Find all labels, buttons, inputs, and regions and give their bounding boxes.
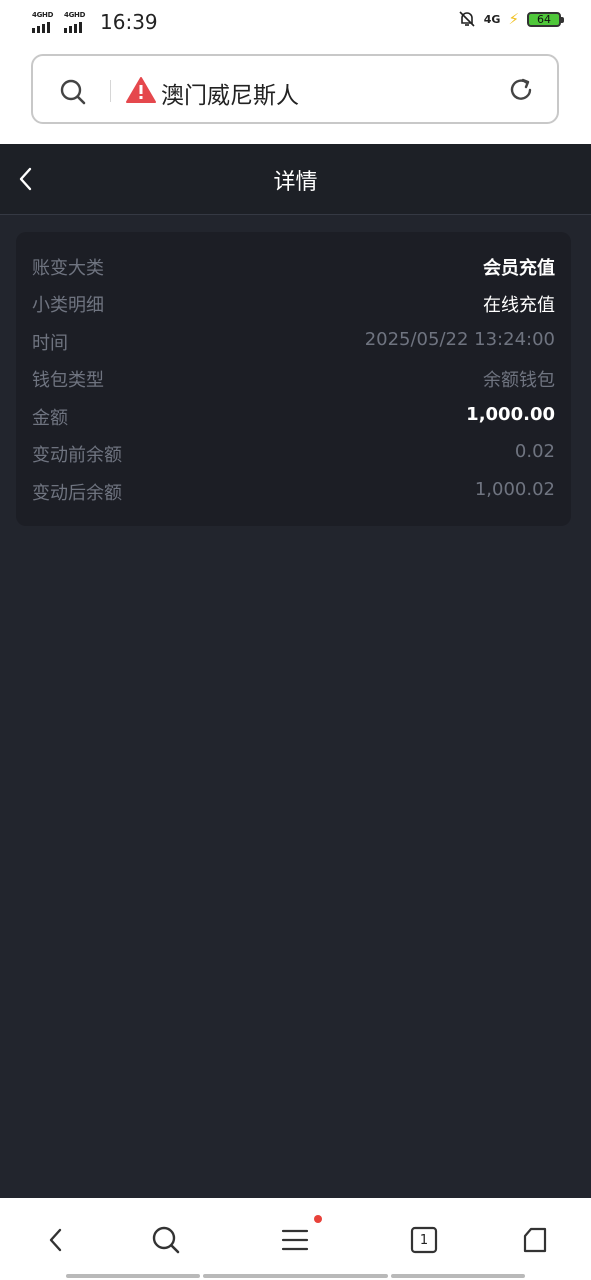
address-bar[interactable]: 澳门威尼斯人: [31, 54, 559, 124]
tab-count: 1: [419, 1232, 429, 1248]
search-icon[interactable]: [59, 78, 87, 106]
signal-label: 4GHD: [32, 11, 54, 19]
battery-level: 64: [537, 12, 551, 26]
app-content: 详情 账变大类 会员充值 小类明细 在线充值 时间 2025/05/22 13:…: [0, 144, 591, 1198]
page-title: 详情: [273, 170, 318, 195]
signal-icon: 4GHD: [64, 11, 92, 33]
detail-value: 0.02: [514, 441, 555, 462]
detail-row-wallet-type: 钱包类型 余额钱包: [32, 366, 555, 392]
back-button[interactable]: [38, 1222, 74, 1258]
menu-button[interactable]: [277, 1215, 322, 1258]
detail-card: 账变大类 会员充值 小类明细 在线充值 时间 2025/05/22 13:24:…: [16, 232, 571, 526]
detail-value: 会员充值: [483, 258, 555, 279]
detail-label: 金额: [32, 408, 68, 429]
browser-toolbar: 1: [0, 1198, 591, 1280]
gesture-bar: [203, 1274, 388, 1278]
detail-value: 余额钱包: [483, 370, 555, 391]
warning-icon: [126, 77, 156, 103]
detail-row-balance-before: 变动前余额 0.02: [32, 441, 555, 467]
detail-value: 1,000.00: [466, 404, 555, 425]
detail-row-balance-after: 变动后余额 1,000.02: [32, 479, 555, 505]
search-button[interactable]: [148, 1222, 184, 1258]
detail-label: 钱包类型: [32, 370, 104, 391]
network-indicator: 4G: [483, 12, 501, 26]
home-button[interactable]: [517, 1222, 553, 1258]
signal-icon: 4GHD: [32, 11, 60, 33]
notification-dot: [314, 1215, 322, 1223]
browser-header: 澳门威尼斯人: [0, 46, 591, 144]
detail-row-subcategory: 小类明细 在线充值: [32, 291, 555, 317]
signal-label: 4GHD: [64, 11, 86, 19]
page-url-title[interactable]: 澳门威尼斯人: [161, 76, 299, 110]
detail-label: 账变大类: [32, 258, 104, 279]
detail-label: 小类明细: [32, 295, 104, 316]
gesture-bar: [391, 1274, 525, 1278]
back-icon: [49, 1228, 62, 1252]
search-icon: [152, 1226, 180, 1254]
top-nav: 详情: [0, 144, 591, 215]
detail-value: 1,000.02: [474, 479, 555, 500]
menu-icon: [281, 1229, 309, 1251]
reload-icon[interactable]: [507, 76, 535, 104]
detail-label: 变动后余额: [32, 483, 122, 504]
detail-row-time: 时间 2025/05/22 13:24:00: [32, 329, 555, 355]
detail-value: 在线充值: [483, 295, 555, 316]
divider: [110, 80, 111, 102]
status-bar: 4GHD 4GHD 16:39 4G ⚡ 64: [0, 0, 591, 46]
detail-label: 时间: [32, 333, 68, 354]
detail-label: 变动前余额: [32, 445, 122, 466]
clock: 16:39: [100, 10, 158, 34]
mute-bell-icon: [459, 11, 475, 27]
charging-icon: ⚡: [508, 10, 519, 28]
home-icon: [523, 1227, 547, 1253]
detail-row-amount: 金额 1,000.00: [32, 404, 555, 430]
tabs-button[interactable]: 1: [406, 1222, 442, 1258]
battery-icon: 64: [527, 11, 564, 27]
gesture-bar: [66, 1274, 200, 1278]
detail-row-category: 账变大类 会员充值: [32, 254, 555, 280]
detail-value: 2025/05/22 13:24:00: [364, 329, 555, 350]
